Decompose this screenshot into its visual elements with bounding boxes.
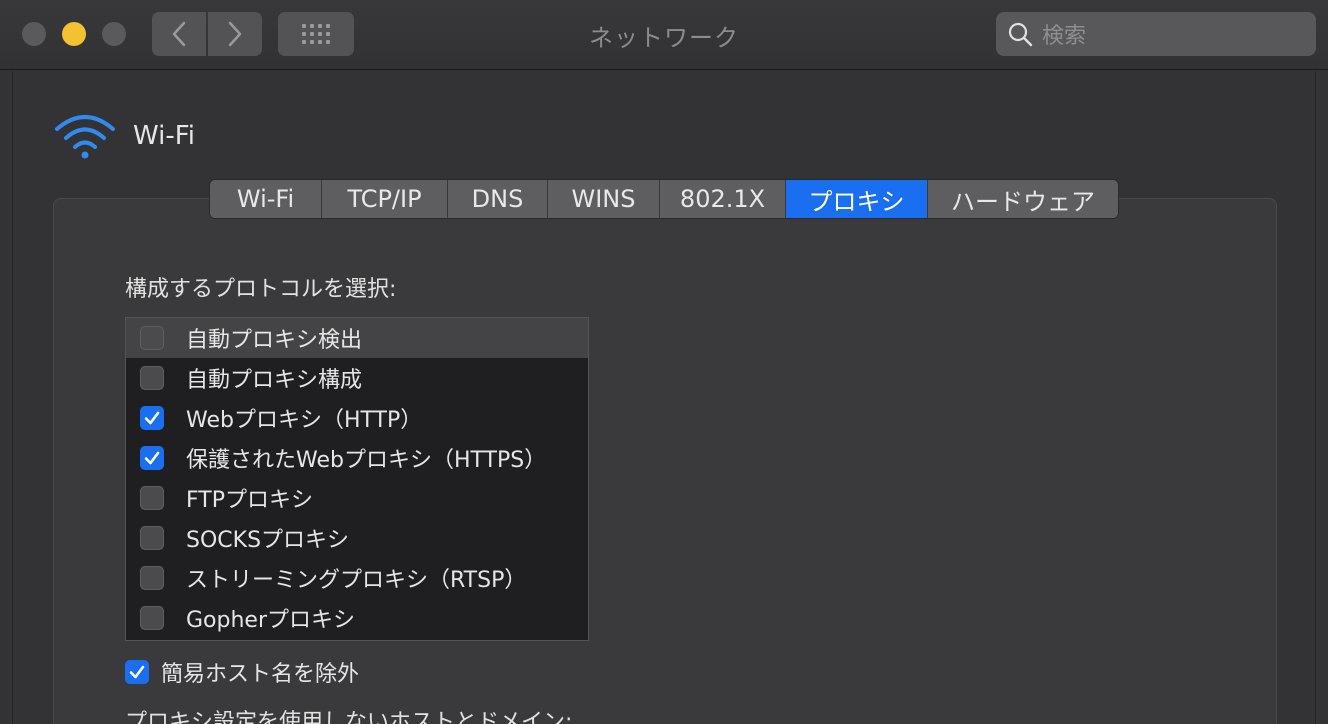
exclude-simple-hostnames-checkbox[interactable] — [125, 660, 149, 684]
list-item[interactable]: ストリーミングプロキシ（RTSP） — [126, 558, 588, 598]
search-placeholder: 検索 — [1042, 24, 1087, 49]
list-item-label: FTPプロキシ — [186, 488, 313, 513]
checkbox[interactable] — [140, 326, 164, 350]
exclude-simple-hostnames[interactable]: 簡易ホスト名を除外 — [125, 656, 359, 688]
list-item-label: SOCKSプロキシ — [186, 528, 350, 553]
checkbox[interactable] — [140, 566, 164, 590]
tab-tcpip[interactable]: TCP/IP — [322, 180, 448, 218]
exclude-simple-hostnames-label: 簡易ホスト名を除外 — [161, 662, 360, 687]
list-item[interactable]: 自動プロキシ検出 — [126, 318, 588, 358]
tab-wins[interactable]: WINS — [548, 180, 660, 218]
list-item-label: ストリーミングプロキシ（RTSP） — [186, 568, 527, 593]
interface-name: Wi-Fi — [133, 121, 196, 151]
checkbox[interactable] — [140, 446, 164, 470]
list-item-label: 自動プロキシ検出 — [186, 328, 363, 353]
checkmark-icon — [144, 451, 160, 465]
protocol-list[interactable]: 自動プロキシ検出 自動プロキシ構成 Webプロキシ（HTTP） 保護されたWeb… — [125, 317, 589, 641]
tab-wifi[interactable]: Wi-Fi — [210, 180, 322, 218]
tab-proxies[interactable]: プロキシ — [786, 180, 928, 218]
tab-bar: Wi-Fi TCP/IP DNS WINS 802.1X プロキシ ハードウェア — [209, 179, 1119, 219]
search-icon — [1008, 22, 1033, 47]
wifi-icon — [55, 115, 115, 159]
list-item-label: 保護されたWebプロキシ（HTTPS） — [186, 448, 547, 473]
checkmark-icon — [129, 665, 145, 679]
network-preferences-window: ネットワーク 検索 Wi-Fi Wi-Fi TCP/IP DNS WINS 80… — [0, 0, 1328, 724]
checkbox[interactable] — [140, 526, 164, 550]
list-item-label: 自動プロキシ構成 — [186, 368, 363, 393]
list-item-label: Gopherプロキシ — [186, 608, 355, 633]
list-item[interactable]: SOCKSプロキシ — [126, 518, 588, 558]
bypass-hosts-label: プロキシ設定を使用しないホストとドメイン: — [125, 710, 573, 724]
tab-8021x[interactable]: 802.1X — [660, 180, 786, 218]
checkmark-icon — [144, 411, 160, 425]
list-item-label: Webプロキシ（HTTP） — [186, 408, 423, 433]
tab-dns[interactable]: DNS — [448, 180, 548, 218]
list-item[interactable]: Webプロキシ（HTTP） — [126, 398, 588, 438]
checkbox[interactable] — [140, 406, 164, 430]
list-item[interactable]: 保護されたWebプロキシ（HTTPS） — [126, 438, 588, 478]
protocol-section-label: 構成するプロトコルを選択: — [125, 277, 397, 302]
content-area: Wi-Fi Wi-Fi TCP/IP DNS WINS 802.1X プロキシ … — [12, 71, 1316, 724]
checkbox[interactable] — [140, 366, 164, 390]
title-bar: ネットワーク 検索 — [0, 0, 1328, 70]
search-field[interactable]: 検索 — [996, 12, 1316, 56]
list-item[interactable]: Gopherプロキシ — [126, 598, 588, 638]
checkbox[interactable] — [140, 486, 164, 510]
checkbox[interactable] — [140, 606, 164, 630]
list-item[interactable]: 自動プロキシ構成 — [126, 358, 588, 398]
list-item[interactable]: FTPプロキシ — [126, 478, 588, 518]
tab-hardware[interactable]: ハードウェア — [928, 180, 1118, 218]
